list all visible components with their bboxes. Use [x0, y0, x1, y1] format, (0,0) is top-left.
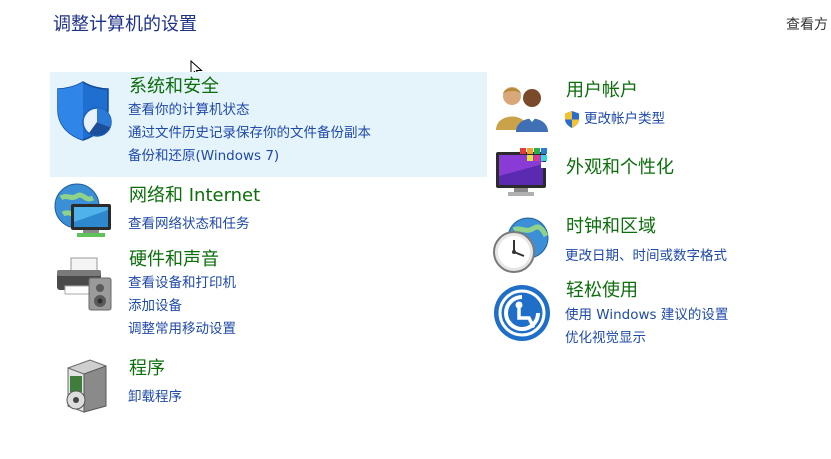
- link-devices-printers[interactable]: 查看设备和打印机: [128, 272, 236, 295]
- category-title-network[interactable]: 网络和 Internet: [129, 185, 260, 207]
- category-title-programs[interactable]: 程序: [129, 358, 165, 380]
- security-shield-icon: [57, 81, 112, 141]
- user-accounts-icon: [496, 87, 548, 132]
- category-title-user-accounts[interactable]: 用户帐户: [566, 80, 638, 102]
- control-panel-page: 调整计算机的设置 查看方 系统和安全 查看你的计算机状态 通过文件历史记录保存你…: [0, 0, 831, 459]
- category-title-clock-region[interactable]: 时钟和区域: [566, 216, 656, 238]
- link-view-computer-status[interactable]: 查看你的计算机状态: [128, 99, 371, 122]
- ease-of-access-icon: [494, 285, 550, 341]
- link-optimize-visual-display[interactable]: 优化视觉显示: [565, 327, 728, 350]
- clock-globe-icon: [493, 217, 549, 273]
- link-change-account-type[interactable]: 更改帐户类型: [584, 108, 665, 131]
- category-title-ease-of-access[interactable]: 轻松使用: [566, 280, 638, 302]
- view-by-label[interactable]: 查看方: [786, 14, 828, 34]
- link-file-history-backup[interactable]: 通过文件历史记录保存你的文件备份副本: [128, 122, 371, 145]
- page-title: 调整计算机的设置: [53, 14, 197, 35]
- category-title-system-security[interactable]: 系统和安全: [129, 76, 219, 98]
- programs-box-icon: [66, 359, 107, 413]
- link-mobility-settings[interactable]: 调整常用移动设置: [128, 318, 236, 341]
- link-backup-restore[interactable]: 备份和还原(Windows 7): [128, 145, 371, 168]
- link-add-device[interactable]: 添加设备: [128, 295, 236, 318]
- appearance-monitor-icon: [496, 148, 547, 196]
- link-date-time-format[interactable]: 更改日期、时间或数字格式: [565, 245, 727, 268]
- uac-shield-icon: [565, 111, 579, 128]
- category-title-appearance[interactable]: 外观和个性化: [566, 157, 674, 179]
- printer-speaker-icon: [57, 257, 112, 311]
- link-windows-recommended-settings[interactable]: 使用 Windows 建议的设置: [565, 304, 728, 327]
- link-network-status[interactable]: 查看网络状态和任务: [128, 213, 250, 236]
- category-title-hardware-sound[interactable]: 硬件和声音: [129, 249, 219, 271]
- link-uninstall-program[interactable]: 卸载程序: [128, 386, 182, 409]
- network-globe-icon: [54, 183, 111, 237]
